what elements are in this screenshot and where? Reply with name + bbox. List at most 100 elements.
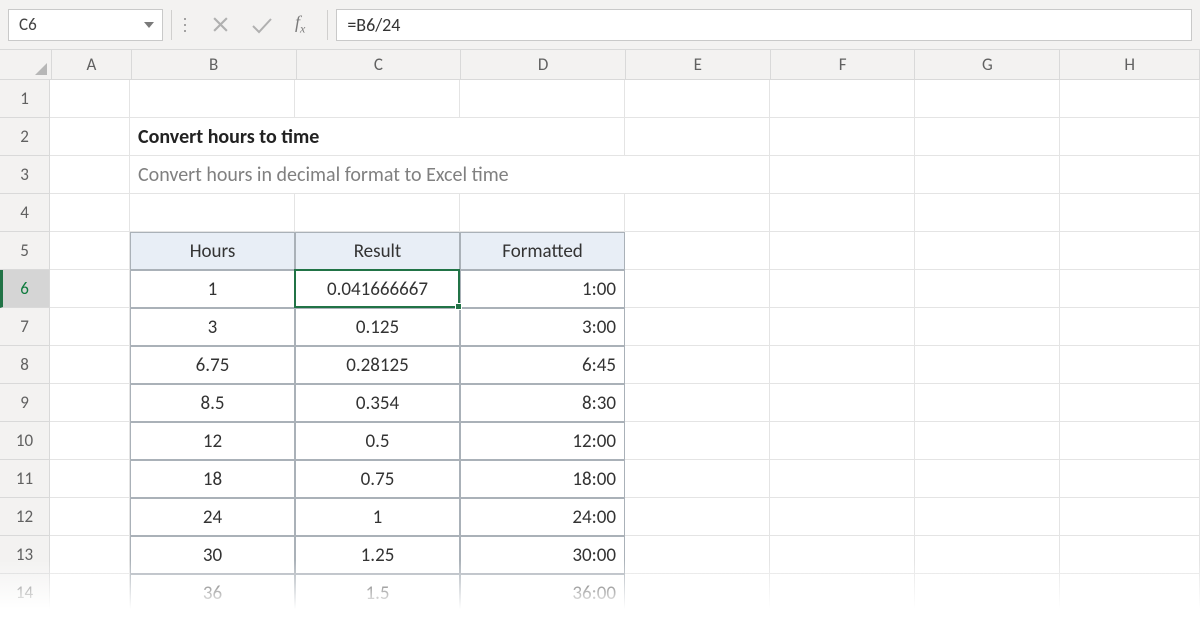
cell-B8[interactable]: 6.75 bbox=[130, 346, 295, 384]
cell-B6[interactable]: 1 bbox=[130, 270, 295, 308]
row-header-2[interactable]: 2 bbox=[0, 118, 49, 156]
cell-F2[interactable] bbox=[770, 118, 915, 156]
row-header-4[interactable]: 4 bbox=[0, 194, 49, 232]
cell-E3[interactable] bbox=[625, 156, 770, 194]
cell-C2[interactable] bbox=[295, 118, 460, 156]
cell-F5[interactable] bbox=[770, 232, 915, 270]
cell-A6[interactable] bbox=[50, 270, 130, 308]
cell-G5[interactable] bbox=[915, 232, 1060, 270]
cell-H11[interactable] bbox=[1060, 460, 1200, 498]
cell-A13[interactable] bbox=[50, 536, 130, 574]
cell-C5[interactable]: Result bbox=[295, 232, 460, 270]
cell-E9[interactable] bbox=[625, 384, 770, 422]
cell-F11[interactable] bbox=[770, 460, 915, 498]
cell-E11[interactable] bbox=[625, 460, 770, 498]
row-header-8[interactable]: 8 bbox=[0, 346, 49, 384]
cell-E13[interactable] bbox=[625, 536, 770, 574]
cell-C7[interactable]: 0.125 bbox=[295, 308, 460, 346]
cell-B13[interactable]: 30 bbox=[130, 536, 295, 574]
cell-G7[interactable] bbox=[915, 308, 1060, 346]
cell-H9[interactable] bbox=[1060, 384, 1200, 422]
cell-G1[interactable] bbox=[915, 80, 1060, 118]
row-header-10[interactable]: 10 bbox=[0, 422, 49, 460]
cell-F8[interactable] bbox=[770, 346, 915, 384]
cell-A5[interactable] bbox=[50, 232, 130, 270]
row-header-3[interactable]: 3 bbox=[0, 156, 49, 194]
cell-E10[interactable] bbox=[625, 422, 770, 460]
cell-C6[interactable]: 0.041666667 bbox=[295, 270, 460, 308]
col-header-H[interactable]: H bbox=[1060, 50, 1200, 79]
row-header-6[interactable]: 6 bbox=[0, 270, 49, 308]
cell-B9[interactable]: 8.5 bbox=[130, 384, 295, 422]
cell-D14[interactable]: 36:00 bbox=[460, 574, 625, 612]
cell-H4[interactable] bbox=[1060, 194, 1200, 232]
cancel-icon[interactable] bbox=[212, 16, 229, 33]
cell-C14[interactable]: 1.5 bbox=[295, 574, 460, 612]
drag-handle-icon[interactable] bbox=[180, 18, 190, 32]
cell-D1[interactable] bbox=[460, 80, 625, 118]
formula-input[interactable]: =B6/24 bbox=[336, 9, 1192, 41]
cell-D4[interactable] bbox=[460, 194, 625, 232]
cell-A7[interactable] bbox=[50, 308, 130, 346]
cell-D3[interactable] bbox=[460, 156, 625, 194]
col-header-D[interactable]: D bbox=[461, 50, 626, 79]
row-header-12[interactable]: 12 bbox=[0, 498, 49, 536]
cell-F9[interactable] bbox=[770, 384, 915, 422]
cell-B4[interactable] bbox=[130, 194, 295, 232]
cell-C1[interactable] bbox=[295, 80, 460, 118]
row-header-11[interactable]: 11 bbox=[0, 460, 49, 498]
cell-D2[interactable] bbox=[460, 118, 625, 156]
cell-A10[interactable] bbox=[50, 422, 130, 460]
cell-E6[interactable] bbox=[625, 270, 770, 308]
cell-H6[interactable] bbox=[1060, 270, 1200, 308]
select-all-corner[interactable] bbox=[0, 50, 52, 79]
cell-A12[interactable] bbox=[50, 498, 130, 536]
cell-F14[interactable] bbox=[770, 574, 915, 612]
cell-D8[interactable]: 6:45 bbox=[460, 346, 625, 384]
name-box[interactable]: C6 bbox=[8, 9, 163, 41]
cell-H5[interactable] bbox=[1060, 232, 1200, 270]
cell-E1[interactable] bbox=[625, 80, 770, 118]
cell-A1[interactable] bbox=[50, 80, 130, 118]
cell-F12[interactable] bbox=[770, 498, 915, 536]
cell-D6[interactable]: 1:00 bbox=[460, 270, 625, 308]
cell-D13[interactable]: 30:00 bbox=[460, 536, 625, 574]
cell-F3[interactable] bbox=[770, 156, 915, 194]
cell-E5[interactable] bbox=[625, 232, 770, 270]
row-header-7[interactable]: 7 bbox=[0, 308, 49, 346]
cell-H7[interactable] bbox=[1060, 308, 1200, 346]
cell-D11[interactable]: 18:00 bbox=[460, 460, 625, 498]
cell-H8[interactable] bbox=[1060, 346, 1200, 384]
row-header-5[interactable]: 5 bbox=[0, 232, 49, 270]
cell-C4[interactable] bbox=[295, 194, 460, 232]
cell-D9[interactable]: 8:30 bbox=[460, 384, 625, 422]
cell-G11[interactable] bbox=[915, 460, 1060, 498]
cell-H10[interactable] bbox=[1060, 422, 1200, 460]
cell-A4[interactable] bbox=[50, 194, 130, 232]
cell-D7[interactable]: 3:00 bbox=[460, 308, 625, 346]
col-header-C[interactable]: C bbox=[297, 50, 462, 79]
enter-icon[interactable] bbox=[251, 16, 273, 34]
cell-A11[interactable] bbox=[50, 460, 130, 498]
row-header-14[interactable]: 14 bbox=[0, 574, 49, 612]
cell-H1[interactable] bbox=[1060, 80, 1200, 118]
cell-A3[interactable] bbox=[50, 156, 130, 194]
cell-D10[interactable]: 12:00 bbox=[460, 422, 625, 460]
cell-G6[interactable] bbox=[915, 270, 1060, 308]
cell-B11[interactable]: 18 bbox=[130, 460, 295, 498]
cell-E2[interactable] bbox=[625, 118, 770, 156]
cell-C8[interactable]: 0.28125 bbox=[295, 346, 460, 384]
cell-B10[interactable]: 12 bbox=[130, 422, 295, 460]
cell-G2[interactable] bbox=[915, 118, 1060, 156]
cell-F13[interactable] bbox=[770, 536, 915, 574]
cell-C13[interactable]: 1.25 bbox=[295, 536, 460, 574]
cell-C12[interactable]: 1 bbox=[295, 498, 460, 536]
cell-A2[interactable] bbox=[50, 118, 130, 156]
cell-G9[interactable] bbox=[915, 384, 1060, 422]
cell-H12[interactable] bbox=[1060, 498, 1200, 536]
col-header-E[interactable]: E bbox=[626, 50, 771, 79]
cell-G12[interactable] bbox=[915, 498, 1060, 536]
row-header-1[interactable]: 1 bbox=[0, 80, 49, 118]
cell-B12[interactable]: 24 bbox=[130, 498, 295, 536]
cell-H13[interactable] bbox=[1060, 536, 1200, 574]
